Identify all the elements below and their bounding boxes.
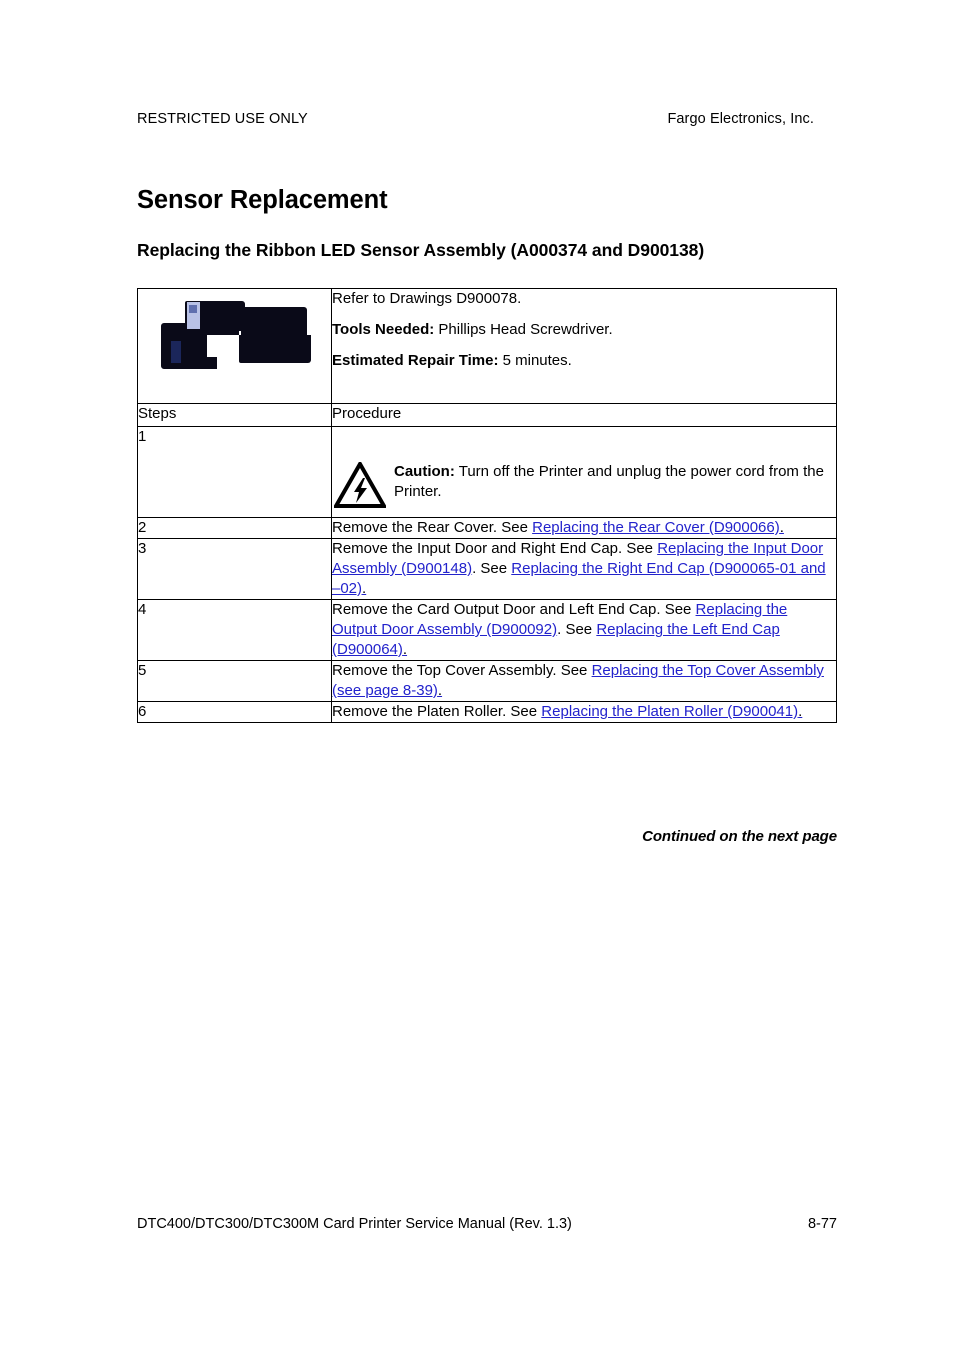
running-header: RESTRICTED USE ONLY Fargo Electronics, I… xyxy=(137,110,837,128)
header-restriction-notice: RESTRICTED USE ONLY xyxy=(137,111,308,127)
repair-time-label: Estimated Repair Time: xyxy=(332,352,499,369)
repair-time-line: Estimated Repair Time: 5 minutes. xyxy=(332,351,836,370)
column-header-steps: Steps xyxy=(137,403,332,427)
step-text-mid: . xyxy=(437,682,443,699)
step-number: 1 xyxy=(137,426,332,518)
table-row: 6 Remove the Platen Roller. See Replacin… xyxy=(137,701,837,723)
footer-manual-title: DTC400/DTC300/DTC300M Card Printer Servi… xyxy=(137,1216,572,1232)
procedure-table: Refer to Drawings D900078. Tools Needed:… xyxy=(137,288,837,723)
step-number: 5 xyxy=(137,660,332,702)
continued-note: Continued on the next page xyxy=(642,828,837,845)
step-procedure: Remove the Input Door and Right End Cap.… xyxy=(331,538,837,600)
document-page: RESTRICTED USE ONLY Fargo Electronics, I… xyxy=(0,0,954,1351)
step-procedure: Remove the Card Output Door and Left End… xyxy=(331,599,837,661)
part-photo-cell xyxy=(137,288,332,404)
page-title: Sensor Replacement xyxy=(137,186,388,215)
caution-text: Turn off the Printer and unplug the powe… xyxy=(394,463,824,500)
tools-needed-value: Phillips Head Screwdriver. xyxy=(434,321,613,338)
step-text-pre: Remove the Top Cover Assembly. See xyxy=(332,662,592,679)
column-header-procedure: Procedure xyxy=(331,403,837,427)
running-footer: DTC400/DTC300/DTC300M Card Printer Servi… xyxy=(137,1216,837,1232)
step-number: 3 xyxy=(137,538,332,600)
step-text-mid: . See xyxy=(557,621,597,638)
footer-page-number: 8-77 xyxy=(807,1216,837,1232)
step-text-pre: Remove the Card Output Door and Left End… xyxy=(332,601,696,618)
step-text-pre: Remove the Platen Roller. See xyxy=(332,703,542,720)
caution-electric-shock-icon xyxy=(334,462,386,508)
header-company-name: Fargo Electronics, Inc. xyxy=(667,111,814,127)
step-text-mid: . See xyxy=(472,560,512,577)
info-row: Refer to Drawings D900078. Tools Needed:… xyxy=(137,288,837,404)
step-text-mid: . xyxy=(798,703,803,720)
step-procedure: Caution: Turn off the Printer and unplug… xyxy=(331,426,837,518)
caution-label: Caution: xyxy=(394,463,455,480)
step-number: 6 xyxy=(137,701,332,723)
cross-reference-link[interactable]: Replacing the Rear Cover (D900066) xyxy=(532,519,780,536)
step-text-pre: Remove the Input Door and Right End Cap.… xyxy=(332,540,658,557)
info-text-cell: Refer to Drawings D900078. Tools Needed:… xyxy=(331,288,837,404)
table-row: 1 Caution: Turn off the Printer and unpl… xyxy=(137,426,837,518)
step-text-post: . xyxy=(402,641,408,658)
ribbon-led-sensor-assembly-photo xyxy=(153,301,319,373)
repair-time-value: 5 minutes. xyxy=(498,352,572,369)
step-text-post: . xyxy=(362,580,367,597)
cross-reference-link[interactable]: Replacing the Platen Roller (D900041) xyxy=(541,703,798,720)
table-row: 2 Remove the Rear Cover. See Replacing t… xyxy=(137,517,837,539)
step-procedure: Remove the Platen Roller. See Replacing … xyxy=(331,701,837,723)
table-row: 4 Remove the Card Output Door and Left E… xyxy=(137,599,837,661)
step-number: 2 xyxy=(137,517,332,539)
table-header-row: Steps Procedure xyxy=(137,403,837,427)
step-procedure: Remove the Rear Cover. See Replacing the… xyxy=(331,517,837,539)
step-text-mid: . xyxy=(779,519,784,536)
caution-block: Caution: Turn off the Printer and unplug… xyxy=(332,431,836,508)
step-text-pre: Remove the Rear Cover. See xyxy=(332,519,533,536)
table-row: 5 Remove the Top Cover Assembly. See Rep… xyxy=(137,660,837,702)
tools-needed-line: Tools Needed: Phillips Head Screwdriver. xyxy=(332,320,836,339)
table-row: 3 Remove the Input Door and Right End Ca… xyxy=(137,538,837,600)
tools-needed-label: Tools Needed: xyxy=(332,321,435,338)
step-number: 4 xyxy=(137,599,332,661)
refer-to-drawings-line: Refer to Drawings D900078. xyxy=(332,290,522,307)
section-subtitle: Replacing the Ribbon LED Sensor Assembly… xyxy=(137,239,705,260)
step-procedure: Remove the Top Cover Assembly. See Repla… xyxy=(331,660,837,702)
